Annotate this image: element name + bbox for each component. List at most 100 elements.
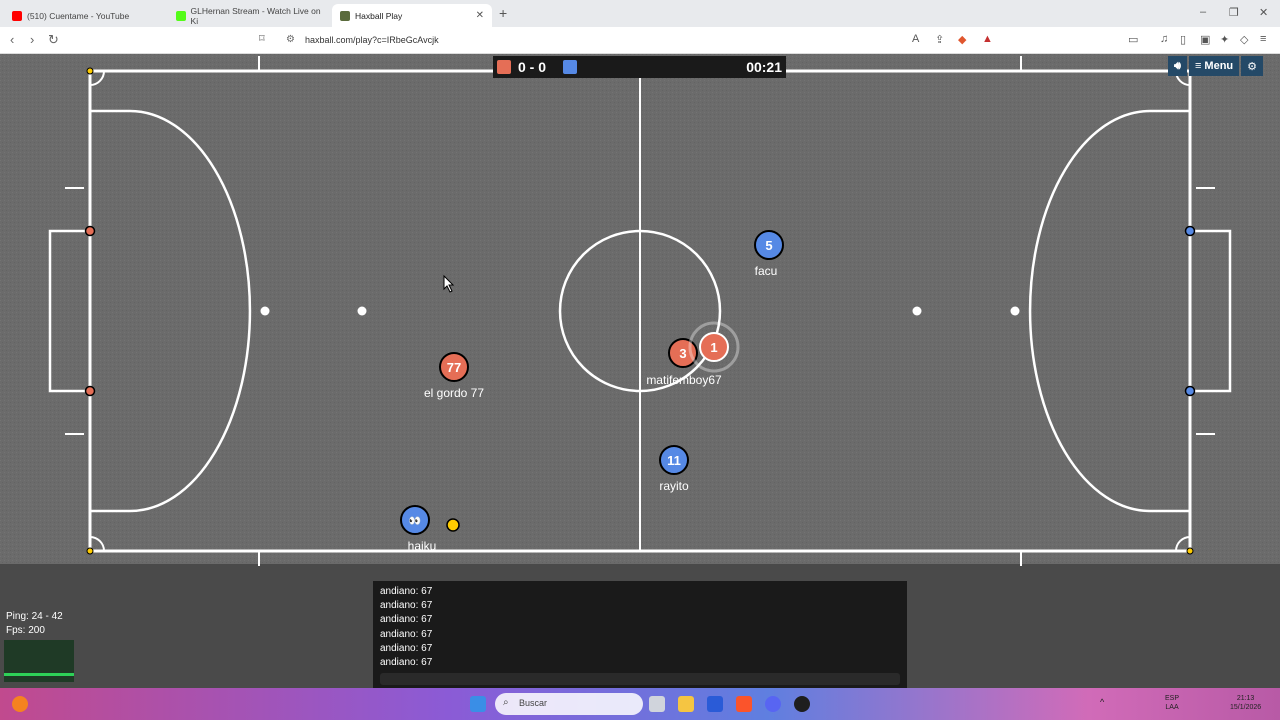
browser-tab-bar: (510) Cuentame - YouTube GLHernan Stream…: [0, 0, 1280, 27]
media-icon[interactable]: ♫: [1160, 33, 1168, 45]
penalty-spot: [357, 306, 367, 316]
share-icon[interactable]: ⇪: [935, 33, 944, 46]
minimize-icon[interactable]: –: [1200, 6, 1206, 18]
blue-goal-post: [1184, 385, 1196, 397]
cast-icon[interactable]: ▭: [1128, 33, 1138, 46]
windows-start-icon[interactable]: [470, 696, 486, 712]
back-icon[interactable]: ‹: [10, 32, 14, 47]
task-view-icon[interactable]: [649, 696, 665, 712]
player-name: haiku: [408, 539, 437, 553]
penalty-spot: [912, 306, 922, 316]
windows-taskbar: ⌕ Buscar ^ ESP LAA 21:13 15/1/2026: [0, 688, 1280, 720]
player-name: facu: [755, 264, 778, 278]
lang-code: ESP: [1165, 695, 1180, 702]
red-goal-post: [84, 385, 96, 397]
brave-shield-icon[interactable]: ◆: [958, 33, 966, 46]
reload-icon[interactable]: ↻: [48, 32, 59, 48]
tab-title: GLHernan Stream - Watch Live on Ki: [190, 5, 321, 26]
settings-button[interactable]: ⚙: [1241, 56, 1264, 76]
url-field[interactable]: haxball.com/play?c=IRbeGcAvcjk: [305, 35, 439, 45]
close-tab-icon[interactable]: ✕: [476, 10, 484, 21]
close-window-icon[interactable]: ✕: [1259, 6, 1268, 19]
bookmark-icon[interactable]: ⌑: [259, 32, 265, 45]
player-number: 77: [447, 360, 461, 375]
match-timer: 00:21: [746, 59, 782, 75]
corner-flag: [86, 547, 94, 555]
tab-title: (510) Cuentame - YouTube: [27, 10, 130, 21]
score-text: 0 - 0: [518, 59, 547, 75]
haxball-icon: [340, 10, 350, 21]
site-info-icon[interactable]: ⚙: [286, 34, 295, 45]
clock-time: 21:13: [1236, 695, 1255, 702]
kick-icon: [176, 10, 186, 21]
brave-icon[interactable]: [736, 696, 752, 712]
leo-icon[interactable]: ✦: [1220, 33, 1229, 46]
file-explorer-icon[interactable]: [678, 696, 694, 712]
sound-button[interactable]: 🔊︎: [1168, 56, 1187, 76]
red-team-color: [497, 60, 511, 74]
player-name: rayito: [659, 479, 689, 493]
tab-haxball[interactable]: Haxball Play ✕: [332, 4, 492, 27]
sidebar-icon[interactable]: ▯: [1180, 33, 1186, 46]
chat-message: andiano: 67: [380, 642, 433, 654]
ping-text: Ping: 24 - 42: [6, 611, 63, 622]
search-placeholder: Buscar: [519, 698, 548, 708]
gear-icon: ⚙: [1247, 60, 1258, 73]
haxball-game[interactable]: 77 el gordo 77 3 matifemboy67 1 5 facu 1…: [0, 54, 1280, 688]
game-menu-bar: 🔊︎ ≡ Menu ⚙: [1166, 56, 1264, 76]
hamburger-icon: ≡: [1194, 60, 1205, 72]
player-number: 1: [710, 340, 717, 355]
menu-button[interactable]: ≡ Menu: [1188, 56, 1240, 76]
player-number: 3: [679, 346, 686, 361]
penalty-spot: [260, 306, 270, 316]
chat-messages: andiano: 67 andiano: 67 andiano: 67 andi…: [373, 581, 907, 671]
widget-icon[interactable]: [12, 696, 28, 712]
corner-flag: [86, 67, 94, 75]
player-name: el gordo 77: [424, 386, 484, 400]
forward-icon[interactable]: ›: [30, 32, 34, 47]
translate-icon[interactable]: A: [912, 33, 919, 45]
clock[interactable]: 21:13 15/1/2026: [1230, 694, 1261, 712]
speaker-icon: 🔊︎: [1174, 59, 1181, 72]
chat-message: andiano: 67: [380, 628, 433, 640]
tray-chevron-icon[interactable]: ^: [1100, 698, 1104, 707]
red-goal-post: [84, 225, 96, 237]
lang-layout: LAA: [1165, 704, 1179, 711]
store-icon[interactable]: [707, 696, 723, 712]
rewards-icon[interactable]: ▲: [982, 33, 993, 45]
clock-date: 15/1/2026: [1230, 704, 1262, 711]
taskbar-search[interactable]: ⌕ Buscar: [495, 693, 643, 715]
blue-goal-post: [1184, 225, 1196, 237]
new-tab-button[interactable]: +: [499, 5, 507, 21]
maximize-icon[interactable]: ❐: [1229, 6, 1239, 19]
chat-input[interactable]: [380, 673, 900, 685]
chat-message: andiano: 67: [380, 586, 433, 597]
player-name: matifemboy67: [646, 373, 722, 387]
search-icon: ⌕: [503, 697, 509, 708]
wallet-icon[interactable]: ▣: [1200, 33, 1210, 46]
scoreboard: 0 - 0 00:21: [493, 56, 786, 78]
player-number: 5: [765, 238, 772, 253]
language-indicator[interactable]: ESP LAA: [1165, 694, 1179, 712]
chat-message: andiano: 67: [380, 614, 433, 626]
browser-menu-icon[interactable]: ≡: [1260, 33, 1266, 45]
player-blue-11: 11 rayito: [659, 445, 689, 493]
fps-text: Fps: 200: [6, 625, 45, 636]
tab-kick[interactable]: GLHernan Stream - Watch Live on Ki: [168, 4, 332, 27]
vpn-icon[interactable]: ◇: [1240, 33, 1248, 46]
chat-message: andiano: 67: [380, 656, 433, 668]
ping-graph: [4, 640, 74, 682]
steam-icon[interactable]: [794, 696, 810, 712]
menu-label: Menu: [1204, 60, 1234, 72]
discord-icon[interactable]: [765, 696, 781, 712]
network-stats: Ping: 24 - 42 Fps: 200: [6, 610, 63, 638]
tab-title: Haxball Play: [355, 10, 403, 21]
tab-youtube[interactable]: (510) Cuentame - YouTube: [4, 4, 168, 27]
penalty-spot: [1010, 306, 1020, 316]
youtube-icon: [12, 10, 22, 21]
player-number: 11: [667, 453, 681, 468]
chat-box: andiano: 67 andiano: 67 andiano: 67 andi…: [373, 581, 907, 688]
player-number: 👀: [409, 516, 421, 527]
address-bar: ‹ › ↻ ⌑ ⚙ haxball.com/play?c=IRbeGcAvcjk…: [0, 27, 1280, 54]
blue-team-color: [563, 60, 577, 74]
